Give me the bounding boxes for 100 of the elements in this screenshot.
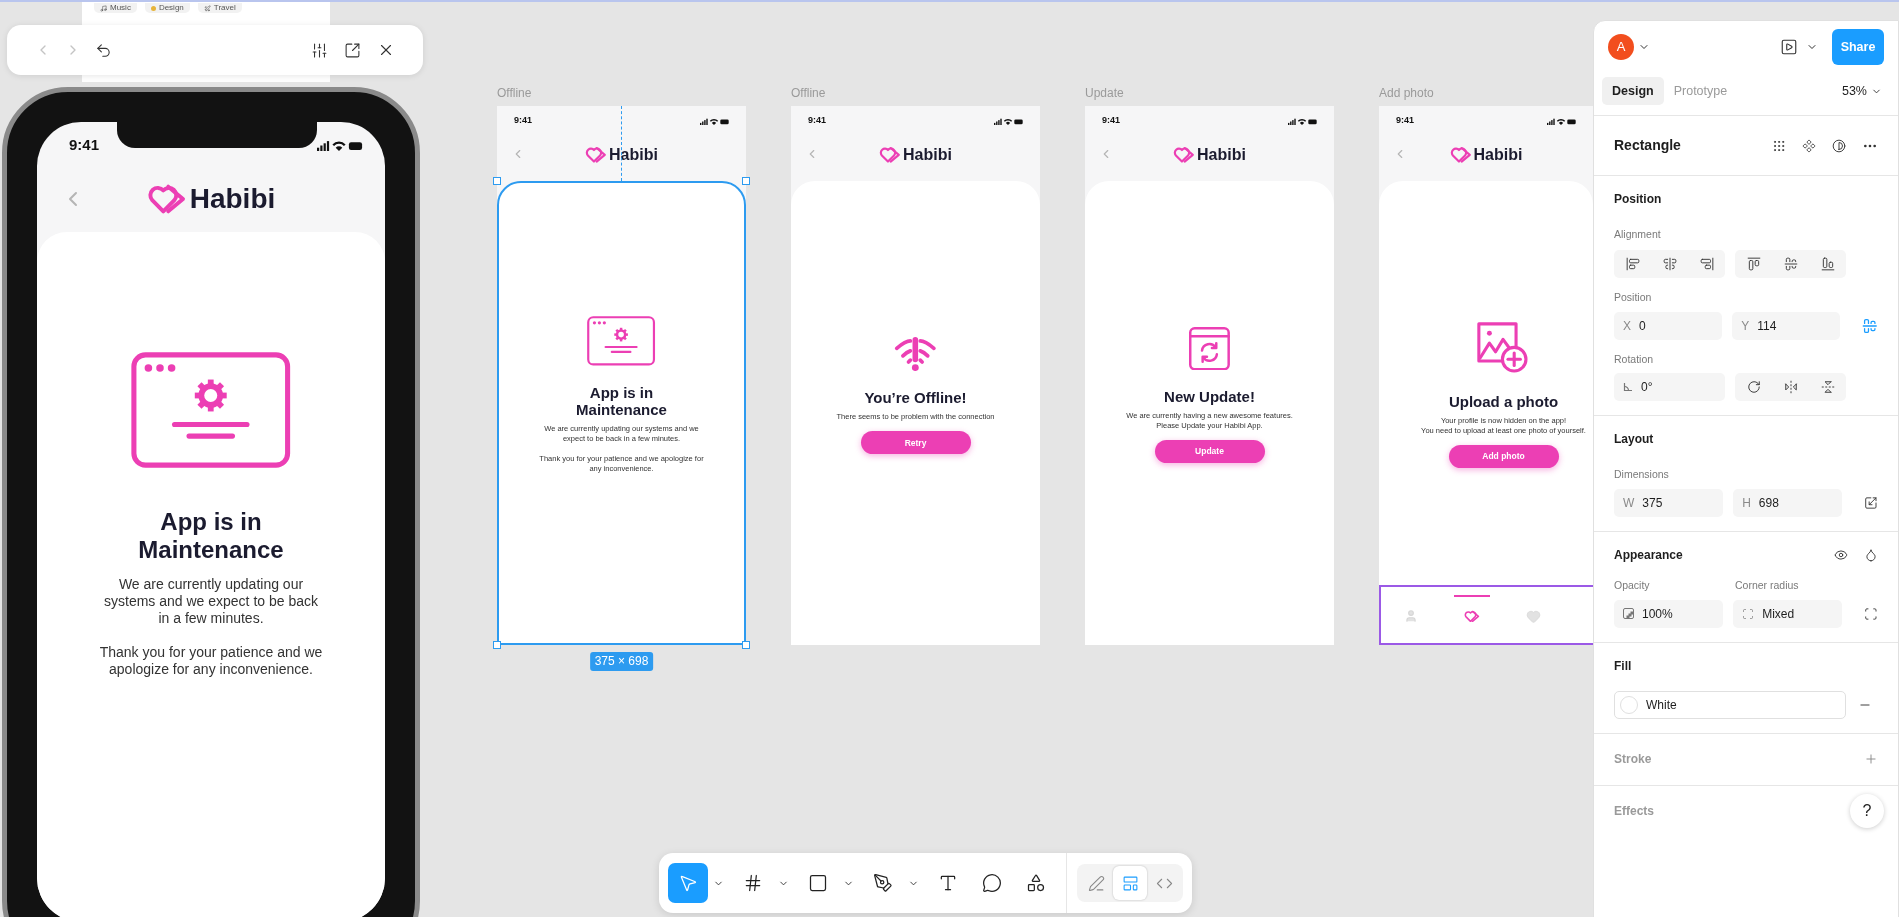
- action-button[interactable]: Add photo: [1448, 444, 1559, 468]
- resize-handle[interactable]: [742, 177, 750, 185]
- open-external-icon[interactable]: [344, 41, 361, 59]
- brand-name: Habibi: [1197, 144, 1246, 165]
- settings-icon[interactable]: [311, 41, 328, 59]
- wifi-warning-icon: [893, 335, 938, 372]
- field-label: H: [1742, 495, 1751, 512]
- status-icons: [1546, 117, 1576, 125]
- field-value: 375: [1642, 495, 1663, 512]
- component-icon[interactable]: [1802, 138, 1816, 153]
- tag-chip[interactable]: Design: [144, 3, 190, 13]
- align-top-button[interactable]: [1735, 249, 1772, 278]
- y-field[interactable]: Y 114: [1732, 311, 1841, 340]
- status-time: 9:41: [808, 114, 826, 128]
- opacity-field[interactable]: 100%: [1614, 599, 1724, 628]
- field-value: Mixed: [1762, 605, 1795, 623]
- action-button[interactable]: Retry: [860, 431, 971, 455]
- droplet-icon[interactable]: [1864, 548, 1878, 562]
- design-mode-button[interactable]: [1113, 866, 1147, 900]
- width-field[interactable]: W 375: [1614, 489, 1724, 517]
- field-caption: Rotation: [1614, 351, 1655, 367]
- tag-icon: [100, 4, 107, 12]
- move-tool[interactable]: [668, 863, 708, 903]
- color-swatch[interactable]: [1620, 695, 1638, 714]
- screen-title: Upload a photo: [1448, 392, 1559, 410]
- logo-icon: [146, 183, 187, 215]
- action-button[interactable]: Update: [1154, 440, 1265, 464]
- pointer-icon: [678, 873, 698, 893]
- undo-icon[interactable]: [95, 41, 112, 59]
- refresh-window-icon: [1189, 326, 1230, 371]
- align-middle-icon: [1783, 256, 1798, 271]
- square-icon: [808, 873, 828, 893]
- align-bottom-icon: [1820, 256, 1835, 271]
- constraints-icon[interactable]: [1862, 317, 1878, 334]
- screen-message: We are currently updating our systems and we expect to be back in a few minutes. Thank you for your patience and we apologize for any inconvenience.: [98, 576, 324, 678]
- zoom-level[interactable]: 53%: [1841, 81, 1867, 101]
- field-caption: Alignment: [1614, 227, 1662, 242]
- x-field[interactable]: X 0: [1614, 311, 1723, 340]
- tag-chip[interactable]: Music: [94, 3, 137, 13]
- fill-field[interactable]: White: [1614, 690, 1846, 719]
- maintenance-window-icon: [587, 316, 656, 366]
- comment-icon: [982, 873, 1002, 893]
- field-caption: Position: [1614, 289, 1653, 305]
- field-value: 698: [1758, 495, 1779, 512]
- angle-icon: [1623, 382, 1633, 393]
- help-button[interactable]: ?: [1850, 794, 1884, 829]
- align-right-icon: [1699, 256, 1714, 271]
- status-time: 9:41: [69, 134, 100, 155]
- section-title: Fill: [1614, 657, 1633, 675]
- grid-icon[interactable]: [1772, 138, 1786, 153]
- screen-title: App is in Maintenance: [137, 508, 285, 564]
- field-value: White: [1646, 696, 1677, 714]
- resize-icon[interactable]: [1864, 496, 1878, 510]
- opacity-icon: [1623, 608, 1634, 620]
- height-field[interactable]: H 698: [1733, 489, 1843, 517]
- resize-handle[interactable]: [493, 177, 501, 185]
- logo-icon: [1173, 145, 1196, 164]
- status-icons: [993, 117, 1023, 125]
- shapes-icon: [1026, 873, 1046, 893]
- add-image-icon: [1477, 322, 1530, 375]
- field-label: Y: [1741, 317, 1750, 335]
- pen-line-icon: [1087, 874, 1105, 892]
- resize-handle[interactable]: [493, 641, 501, 649]
- logo-icon: [879, 145, 902, 164]
- visibility-icon[interactable]: [1834, 548, 1848, 562]
- field-value: 0°: [1641, 379, 1653, 397]
- field-label: X: [1623, 317, 1631, 335]
- corner-radius-field[interactable]: Mixed: [1733, 599, 1843, 628]
- present-icon[interactable]: [1780, 38, 1798, 56]
- field-value: 100%: [1642, 605, 1673, 623]
- resize-handle[interactable]: [742, 641, 750, 649]
- align-right-button[interactable]: [1688, 249, 1725, 278]
- rotation-field[interactable]: 0°: [1614, 373, 1725, 402]
- rotate-button[interactable]: [1735, 373, 1772, 402]
- brand-name: Habibi: [189, 182, 276, 216]
- corner-radius-icon: [1742, 607, 1755, 620]
- user-avatar[interactable]: A: [1608, 34, 1634, 60]
- flip-vertical-icon: [1820, 380, 1835, 395]
- field-value: 114: [1757, 317, 1777, 335]
- contrast-icon[interactable]: [1832, 138, 1846, 153]
- status-icons: [316, 139, 363, 151]
- field-label: W: [1623, 495, 1635, 512]
- pen-nib-icon: [873, 873, 893, 893]
- rotate-icon: [1746, 380, 1761, 395]
- tag-chip[interactable]: Travel: [197, 3, 242, 13]
- corners-icon[interactable]: [1864, 606, 1878, 621]
- section-title: Layout: [1614, 431, 1655, 449]
- align-bottom-button[interactable]: [1809, 249, 1846, 278]
- field-value: 0: [1639, 317, 1646, 335]
- align-left-button[interactable]: [1614, 249, 1651, 278]
- status-time: 9:41: [514, 114, 532, 128]
- flip-vertical-button[interactable]: [1809, 373, 1846, 402]
- layout-icon: [1121, 874, 1139, 892]
- layer-name: Rectangle: [1614, 136, 1681, 155]
- panel-tab[interactable]: Design: [1602, 77, 1664, 105]
- maintenance-window-icon: [131, 352, 291, 468]
- brand-name: Habibi: [609, 144, 658, 165]
- brand-name: Habibi: [903, 144, 952, 165]
- status-time: 9:41: [1102, 114, 1120, 128]
- screen-title: App is in Maintenance: [575, 383, 668, 418]
